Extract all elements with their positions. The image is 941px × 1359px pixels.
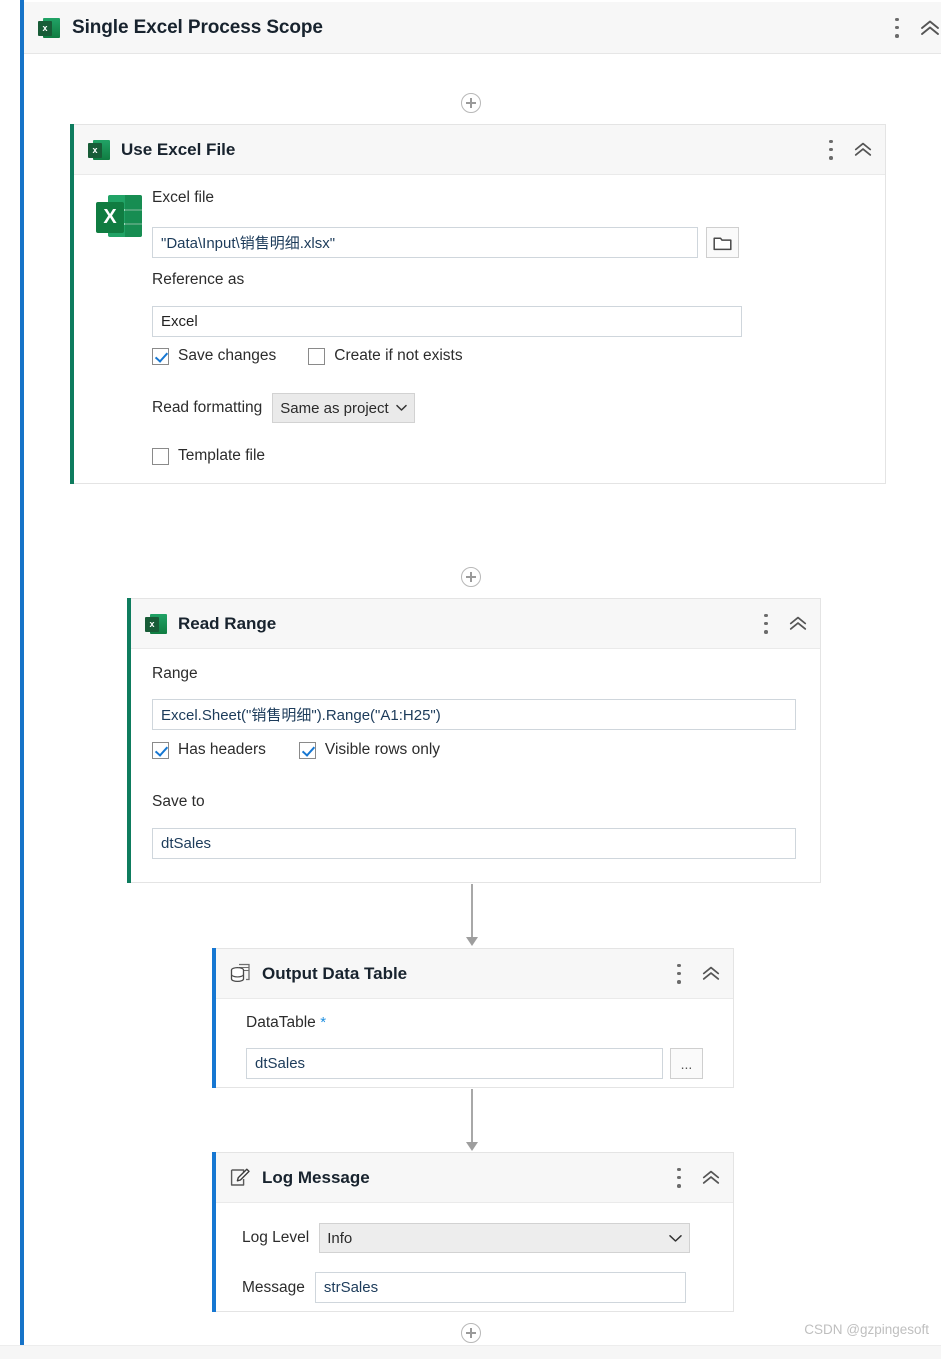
use-excel-file-header-actions (829, 139, 873, 160)
has-headers-checkbox[interactable]: Has headers (152, 741, 266, 759)
kebab-menu-icon[interactable] (677, 963, 681, 984)
card-title: Output Data Table (262, 963, 408, 983)
log-level-select[interactable]: Info (319, 1223, 691, 1253)
footer-strip (0, 1345, 941, 1359)
excel-icon: x (88, 139, 110, 161)
save-changes-label: Save changes (178, 347, 277, 364)
save-changes-checkbox[interactable]: Save changes (152, 347, 276, 365)
chevron-down-icon (395, 404, 407, 411)
output-data-table-header-actions (677, 963, 721, 984)
read-formatting-select[interactable]: Same as project (272, 393, 415, 423)
read-formatting-value: Same as project (280, 399, 389, 417)
connector-arrow-2 (466, 1089, 478, 1151)
range-input[interactable]: Excel.Sheet("销售明细").Range("A1:H25") (152, 699, 796, 730)
log-message-header[interactable]: Log Message (216, 1153, 733, 1203)
log-level-row: Log Level Info (242, 1223, 691, 1253)
message-label: Message (242, 1278, 305, 1296)
log-message-card[interactable]: Log Message Log Level Info Message strSa… (212, 1152, 734, 1312)
add-activity-icon-top[interactable] (461, 93, 481, 113)
double-chevron-up-icon[interactable] (853, 141, 873, 158)
output-data-table-card[interactable]: Output Data Table DataTable * dtSales ..… (212, 948, 734, 1088)
kebab-menu-icon[interactable] (677, 1167, 681, 1188)
template-file-checkbox[interactable]: Template file (152, 447, 265, 465)
reference-as-label: Reference as (152, 271, 245, 288)
range-label: Range (152, 665, 198, 682)
double-chevron-up-icon[interactable] (701, 1169, 721, 1186)
message-row: Message strSales (242, 1272, 686, 1303)
watermark: CSDN @gzpingesoft (804, 1322, 929, 1337)
datatable-field-row: dtSales ... (246, 1048, 703, 1079)
excel-file-input[interactable]: "Data\Input\销售明细.xlsx" (152, 227, 698, 258)
save-to-input[interactable]: dtSales (152, 828, 796, 859)
read-range-header-actions (764, 613, 808, 634)
scope-header[interactable]: x Single Excel Process Scope (24, 2, 941, 54)
checkbox-box (152, 741, 169, 759)
log-level-value: Info (327, 1229, 353, 1247)
double-chevron-up-icon[interactable] (701, 965, 721, 982)
output-data-table-header[interactable]: Output Data Table (216, 949, 733, 999)
visible-rows-only-label: Visible rows only (324, 741, 441, 758)
datatable-input[interactable]: dtSales (246, 1048, 663, 1079)
visible-rows-only-checkbox[interactable]: Visible rows only (298, 741, 441, 759)
card-title: Use Excel File (121, 139, 236, 159)
required-asterisk: * (320, 1014, 327, 1031)
message-input[interactable]: strSales (314, 1272, 686, 1303)
add-activity-icon-bottom[interactable] (461, 1323, 481, 1343)
checkbox-box (298, 741, 316, 759)
checkbox-box (152, 347, 169, 365)
datatable-label: DataTable (246, 1014, 316, 1031)
use-excel-file-card[interactable]: x Use Excel File X Excel file "Data\Inpu… (70, 124, 886, 484)
log-level-label: Log Level (242, 1229, 310, 1246)
read-formatting-row: Read formatting Same as project (152, 393, 415, 423)
excel-options-row: Save changes Create if not exists (152, 347, 463, 365)
double-chevron-up-icon[interactable] (788, 615, 808, 632)
excel-icon: x (145, 613, 167, 635)
card-title: Read Range (178, 613, 277, 633)
connector-arrow-1 (466, 884, 478, 946)
kebab-menu-icon[interactable] (829, 139, 833, 160)
uipath-workflow-canvas: x Single Excel Process Scope x Use Excel… (0, 0, 941, 1359)
chevron-down-icon (669, 1234, 682, 1242)
read-range-card[interactable]: x Read Range Range Excel.Sheet("销售明细").R… (127, 598, 821, 883)
has-headers-label: Has headers (178, 741, 266, 758)
double-chevron-up-icon[interactable] (919, 19, 941, 37)
read-formatting-label: Read formatting (152, 399, 263, 416)
save-to-label: Save to (152, 793, 205, 810)
excel-file-label: Excel file (152, 189, 215, 206)
folder-icon[interactable] (706, 227, 739, 258)
kebab-menu-icon[interactable] (895, 17, 899, 38)
kebab-menu-icon[interactable] (764, 613, 768, 634)
add-activity-icon-mid[interactable] (461, 567, 481, 587)
data-table-icon (230, 963, 251, 985)
template-file-label: Template file (178, 447, 266, 464)
range-options-row: Has headers Visible rows only (152, 741, 440, 759)
excel-file-row: "Data\Input\销售明细.xlsx" (152, 227, 739, 258)
card-title: Log Message (262, 1167, 370, 1187)
use-excel-file-header[interactable]: x Use Excel File (74, 125, 885, 175)
checkbox-box (152, 447, 169, 465)
read-range-header[interactable]: x Read Range (131, 599, 820, 649)
reference-as-input[interactable]: Excel (152, 306, 742, 337)
excel-icon: x (38, 17, 60, 39)
pencil-edit-icon (230, 1167, 251, 1188)
more-options-button[interactable]: ... (670, 1048, 703, 1079)
create-if-not-exists-label: Create if not exists (334, 347, 463, 364)
create-if-not-exists-checkbox[interactable]: Create if not exists (308, 347, 463, 365)
checkbox-box (308, 347, 326, 365)
log-message-header-actions (677, 1167, 721, 1188)
datatable-label-row: DataTable * (246, 1014, 326, 1032)
page-title: Single Excel Process Scope (72, 16, 323, 38)
scope-header-actions (895, 17, 941, 38)
